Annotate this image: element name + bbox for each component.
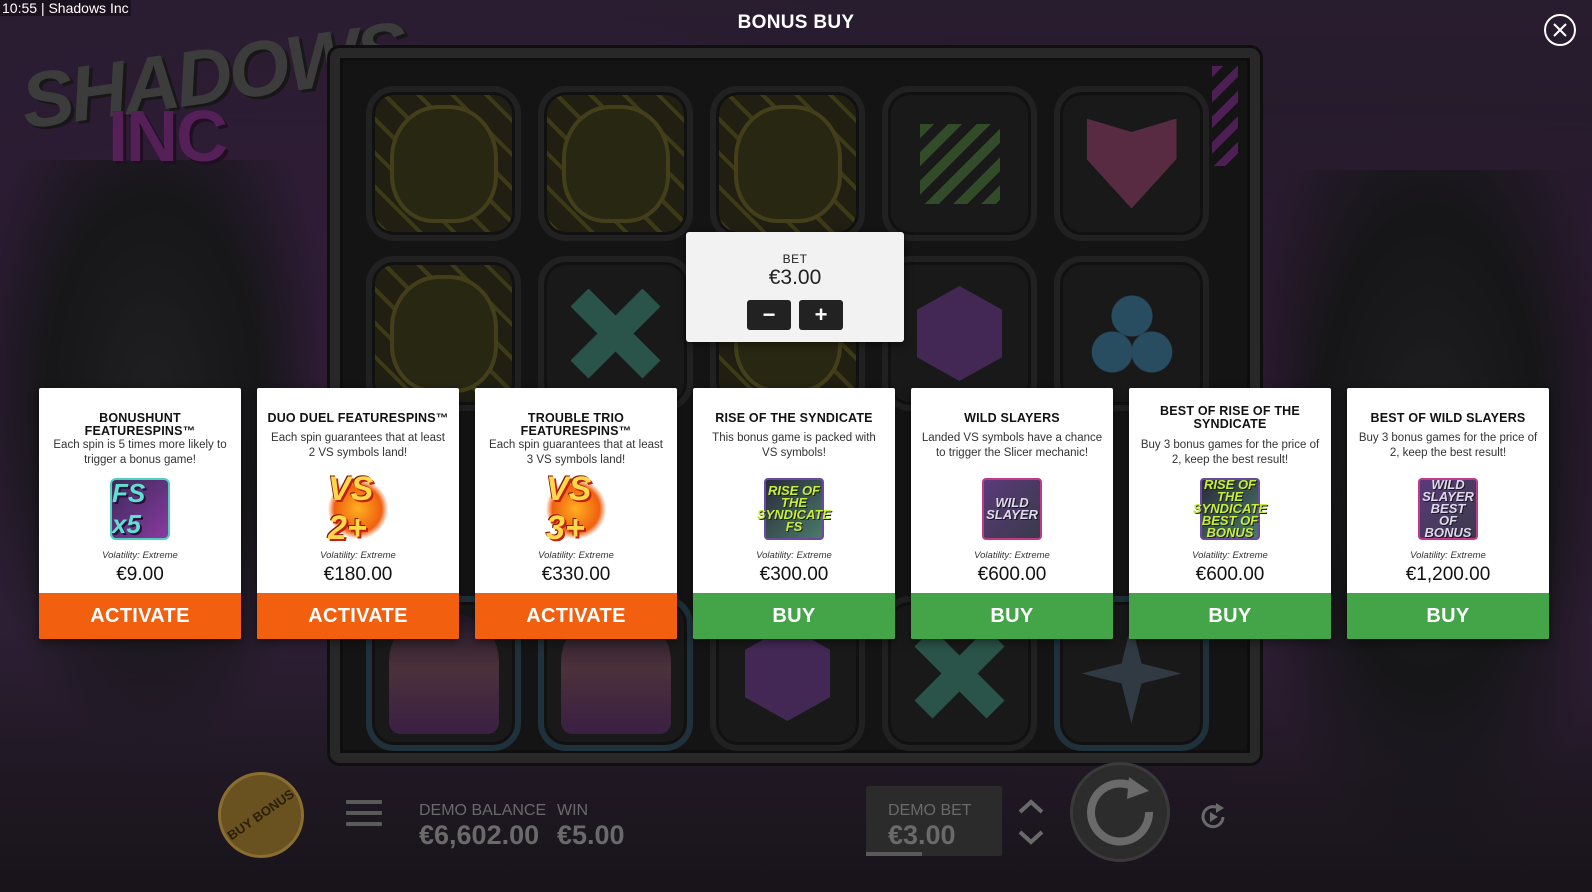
card-description: Buy 3 bonus games for the price of 2, ke… — [1358, 432, 1538, 459]
card-description: Each spin is 5 times more likely to trig… — [53, 439, 227, 466]
rise-of-the-syndicate-badge-icon: RISE OF THE SYNDICATE FS — [757, 478, 831, 540]
bet-value: €3.00 — [768, 266, 822, 289]
chevron-up-down-icon — [1018, 799, 1044, 845]
spin-icon — [1087, 777, 1154, 846]
decrease-bet-button[interactable]: − — [747, 300, 791, 330]
hamburger-menu-icon[interactable] — [346, 800, 382, 830]
card-price: €600.00 — [977, 564, 1047, 585]
card-volatility: Volatility: Extreme — [1410, 550, 1486, 561]
card-description: Each spin guarantees that at least 3 VS … — [489, 439, 663, 466]
card-volatility: Volatility: Extreme — [102, 550, 178, 561]
card-price: €330.00 — [541, 564, 611, 585]
card-title: BEST OF WILD SLAYERS — [1370, 411, 1526, 425]
card-price: €1,200.00 — [1405, 564, 1491, 585]
buy-button[interactable]: BUY — [1347, 593, 1549, 639]
card-title: TROUBLE TRIO FEATURESPINS™ — [520, 411, 632, 438]
buy-bonus-label: BUY BONUS — [224, 786, 297, 844]
card-volatility: Volatility: Extreme — [320, 550, 396, 561]
card-title: BONUSHUNT FEATURESPINS™ — [84, 411, 196, 438]
demo-balance-value: €6,602.00 — [419, 820, 540, 850]
demo-bet-value: €3.00 — [888, 820, 956, 850]
bonus-card-wild-slayers: WILD SLAYERS Landed VS symbols have a ch… — [911, 388, 1113, 639]
buy-button[interactable]: BUY — [693, 593, 895, 639]
close-button[interactable] — [1544, 14, 1576, 46]
autoplay-button[interactable] — [1196, 800, 1230, 834]
bonus-card-bonushunt: BONUSHUNT FEATURESPINS™ Each spin is 5 t… — [39, 388, 241, 639]
vs-3-plus-badge-icon: VS 3+ — [546, 470, 606, 547]
win-value: €5.00 — [557, 820, 625, 850]
vs-2-plus-badge-icon: VS 2+ — [328, 470, 388, 547]
activate-button[interactable]: ACTIVATE — [39, 593, 241, 639]
wild-slayer-badge-icon: WILD SLAYER — [982, 478, 1042, 540]
card-description: Landed VS symbols have a chance to trigg… — [921, 432, 1103, 459]
bonus-buy-title: BONUS BUY — [737, 12, 855, 33]
demo-bet-label: DEMO BET — [888, 802, 972, 819]
card-title: RISE OF THE SYNDICATE — [715, 411, 873, 425]
card-title: DUO DUEL FEATURESPINS™ — [267, 411, 449, 425]
bet-panel: BET €3.00 − + — [686, 232, 904, 342]
increase-bet-button[interactable]: + — [799, 300, 843, 330]
card-volatility: Volatility: Extreme — [756, 550, 832, 561]
card-volatility: Volatility: Extreme — [538, 550, 614, 561]
best-of-rise-badge-icon: RISE OF THE SYNDICATE BEST OF BONUS — [1192, 477, 1268, 540]
card-price: €180.00 — [323, 564, 393, 585]
card-description: Buy 3 bonus games for the price of 2, ke… — [1140, 439, 1320, 466]
spin-button[interactable] — [1070, 762, 1170, 862]
card-volatility: Volatility: Extreme — [1192, 550, 1268, 561]
bonus-card-best-of-wild-slayers: BEST OF WILD SLAYERS Buy 3 bonus games f… — [1347, 388, 1549, 639]
card-title: WILD SLAYERS — [964, 411, 1060, 425]
card-volatility: Volatility: Extreme — [974, 550, 1050, 561]
card-description: This bonus game is packed with VS symbol… — [712, 432, 876, 459]
bet-label: BET — [782, 252, 808, 266]
card-price: €9.00 — [116, 564, 164, 585]
demo-balance-label: DEMO BALANCE — [419, 802, 547, 819]
close-icon — [1553, 23, 1567, 37]
win-label: WIN — [557, 802, 589, 819]
activate-button[interactable]: ACTIVATE — [475, 593, 677, 639]
bet-arrows[interactable] — [1014, 794, 1048, 850]
demo-bet-indicator — [866, 852, 922, 856]
buy-button[interactable]: BUY — [1129, 593, 1331, 639]
bonus-card-trouble-trio: TROUBLE TRIO FEATURESPINS™ Each spin gua… — [475, 388, 677, 639]
card-description: Each spin guarantees that at least 2 VS … — [271, 432, 445, 459]
activate-button[interactable]: ACTIVATE — [257, 593, 459, 639]
buy-button[interactable]: BUY — [911, 593, 1113, 639]
bonus-card-best-of-rise: BEST OF RISE OF THE SYNDICATE Buy 3 bonu… — [1129, 388, 1331, 639]
best-of-wild-slayer-badge-icon: WILD SLAYER BEST OF BONUS — [1418, 478, 1478, 540]
card-price: €600.00 — [1195, 564, 1265, 585]
card-title: BEST OF RISE OF THE SYNDICATE — [1160, 404, 1300, 431]
fs-x5-badge-icon: FS x5 — [110, 478, 170, 540]
bonus-card-duo-duel: DUO DUEL FEATURESPINS™ Each spin guarant… — [257, 388, 459, 639]
bonus-card-rise-of-the-syndicate: RISE OF THE SYNDICATE This bonus game is… — [693, 388, 895, 639]
autoplay-icon — [1201, 803, 1225, 829]
card-price: €300.00 — [759, 564, 829, 585]
